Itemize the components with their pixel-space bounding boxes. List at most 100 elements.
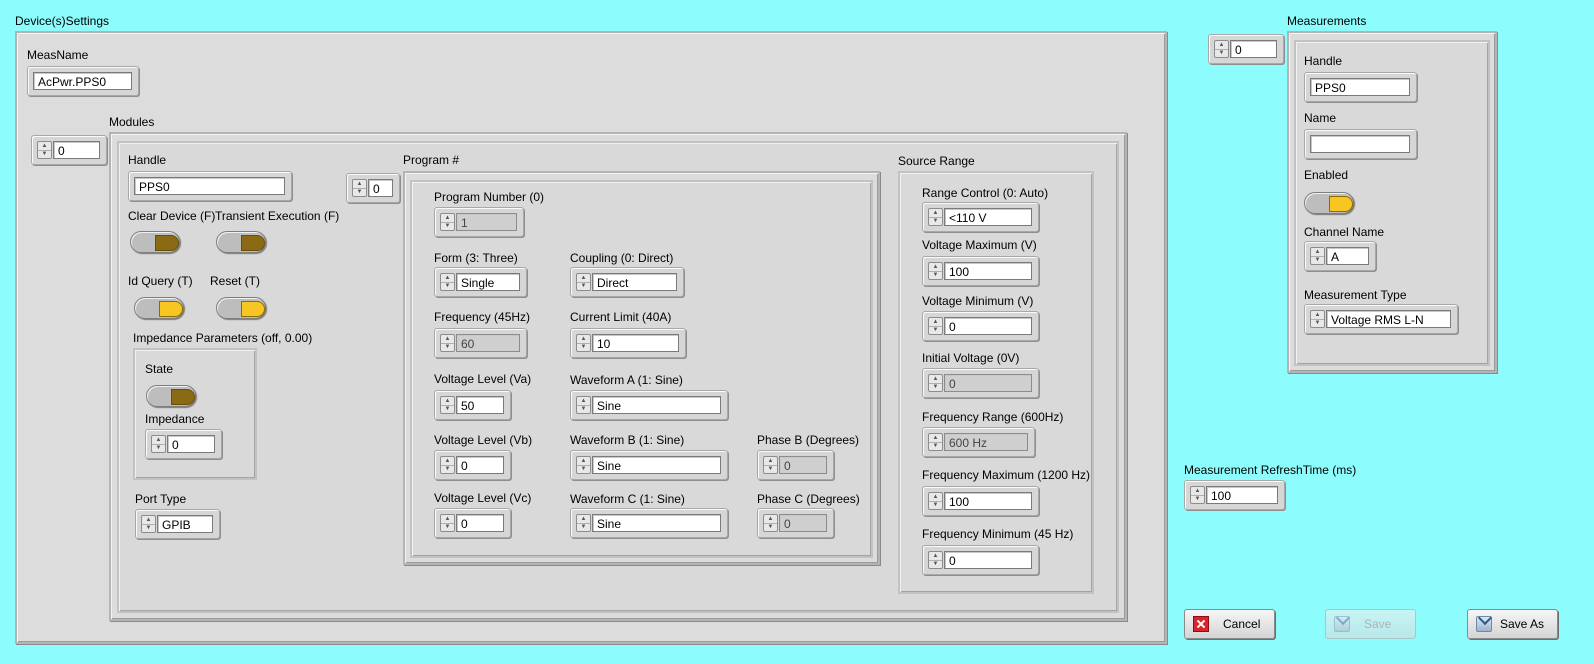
waveform-c-label: Waveform C (1: Sine) — [570, 492, 685, 506]
measurement-type-field[interactable]: Voltage RMS L-N — [1326, 310, 1451, 328]
spinner-up-down-icon[interactable]: ▲ ▼ — [151, 435, 166, 453]
voltage-min-field[interactable]: 0 — [944, 317, 1032, 335]
meas-name-field[interactable]: AcPwr.PPS0 — [33, 72, 132, 90]
spinner-up-down-icon[interactable]: ▲ ▼ — [928, 317, 943, 335]
handle-label: Handle — [128, 153, 167, 167]
clear-device-toggle[interactable] — [130, 231, 180, 253]
program-number-field[interactable]: 1 — [456, 213, 517, 231]
channel-name-field[interactable]: A — [1326, 247, 1369, 265]
phase-b-field[interactable]: 0 — [779, 456, 827, 474]
reset-label: Reset (T) — [210, 274, 261, 288]
spinner-up-down-icon[interactable]: ▲ ▼ — [1190, 486, 1205, 504]
channel-name-control: ▲ ▼ A — [1304, 241, 1376, 271]
voltage-va-label: Voltage Level (Va) — [434, 372, 532, 386]
form-field[interactable]: Single — [456, 273, 520, 291]
spinner-up-down-icon[interactable]: ▲ ▼ — [576, 273, 591, 291]
voltage-vb-field[interactable]: 0 — [456, 456, 504, 474]
meas-name-field-2[interactable] — [1310, 135, 1410, 153]
current-limit-control: ▲ ▼ 10 — [570, 328, 686, 358]
save-icon — [1334, 616, 1350, 632]
reset-toggle[interactable] — [216, 297, 266, 319]
waveform-c-field[interactable]: Sine — [592, 514, 721, 532]
handle-field[interactable]: PPS0 — [134, 177, 285, 195]
save-button[interactable]: Save — [1325, 609, 1416, 639]
phase-c-field[interactable]: 0 — [779, 514, 827, 532]
spinner-up-down-icon[interactable]: ▲ ▼ — [1310, 247, 1325, 265]
spinner-up-down-icon[interactable]: ▲ ▼ — [928, 262, 943, 280]
impedance-field[interactable]: 0 — [167, 435, 215, 453]
meas-handle-control: PPS0 — [1304, 72, 1417, 102]
voltage-max-field[interactable]: 100 — [944, 262, 1032, 280]
transient-execution-toggle[interactable] — [216, 231, 266, 253]
waveform-b-field[interactable]: Sine — [592, 456, 721, 474]
range-control-field[interactable]: <110 V — [944, 208, 1032, 226]
spinner-up-down-icon[interactable]: ▲ ▼ — [440, 456, 455, 474]
spinner-up-down-icon[interactable]: ▲ ▼ — [928, 208, 943, 226]
state-label: State — [145, 362, 174, 376]
spinner-up-down-icon[interactable]: ▲ ▼ — [440, 396, 455, 414]
save-as-button-label: Save As — [1500, 617, 1545, 631]
meas-handle-field[interactable]: PPS0 — [1310, 78, 1410, 96]
coupling-field[interactable]: Direct — [592, 273, 677, 291]
spinner-up-down-icon[interactable]: ▲ ▼ — [576, 514, 591, 532]
meas-name-label: MeasName — [27, 48, 89, 62]
spinner-up-down-icon[interactable]: ▲ ▼ — [37, 141, 52, 159]
spinner-up-down-icon[interactable]: ▲ ▼ — [440, 213, 455, 231]
cancel-button[interactable]: Cancel — [1184, 609, 1275, 639]
spinner-up-down-icon[interactable]: ▲ ▼ — [440, 273, 455, 291]
frequency-label: Frequency (45Hz) — [434, 310, 531, 324]
save-as-button[interactable]: Save As — [1467, 609, 1558, 639]
spinner-up-down-icon[interactable]: ▲ ▼ — [928, 492, 943, 510]
spinner-up-down-icon[interactable]: ▲ ▼ — [763, 514, 778, 532]
current-limit-field[interactable]: 10 — [592, 334, 679, 352]
clear-device-label: Clear Device (F) — [128, 209, 216, 223]
state-toggle[interactable] — [146, 385, 196, 407]
form-label: Form (3: Three) — [434, 251, 518, 265]
range-control-control: ▲ ▼ <110 V — [922, 202, 1039, 232]
frequency-min-field[interactable]: 0 — [944, 551, 1032, 569]
measurements-index-field[interactable]: 0 — [1230, 40, 1277, 58]
frequency-max-field[interactable]: 100 — [944, 492, 1032, 510]
frequency-min-label: Frequency Minimum (45 Hz) — [922, 527, 1074, 541]
modules-index-control: ▲ ▼ 0 — [31, 135, 107, 165]
spinner-up-down-icon[interactable]: ▲ ▼ — [1214, 40, 1229, 58]
spinner-up-down-icon[interactable]: ▲ ▼ — [1310, 310, 1325, 328]
spinner-up-down-icon[interactable]: ▲ ▼ — [440, 514, 455, 532]
spinner-up-down-icon[interactable]: ▲ ▼ — [928, 374, 943, 392]
device-settings-title: Device(s)Settings — [15, 14, 110, 28]
form-control: ▲ ▼ Single — [434, 267, 527, 297]
spinner-up-down-icon[interactable]: ▲ ▼ — [440, 334, 455, 352]
voltage-va-field[interactable]: 50 — [456, 396, 504, 414]
spinner-up-down-icon[interactable]: ▲ ▼ — [576, 396, 591, 414]
id-query-toggle[interactable] — [134, 297, 184, 319]
refresh-time-field[interactable]: 100 — [1206, 486, 1278, 504]
enabled-toggle[interactable] — [1304, 192, 1354, 214]
frequency-range-label: Frequency Range (600Hz) — [922, 410, 1064, 424]
impedance-control: ▲ ▼ 0 — [145, 429, 222, 459]
port-type-field[interactable]: GPIB — [157, 515, 213, 533]
modules-index-field[interactable]: 0 — [53, 141, 100, 159]
waveform-b-control: ▲ ▼ Sine — [570, 450, 728, 480]
spinner-up-down-icon[interactable]: ▲ ▼ — [141, 515, 156, 533]
waveform-a-label: Waveform A (1: Sine) — [570, 373, 683, 387]
spinner-up-down-icon[interactable]: ▲ ▼ — [576, 334, 591, 352]
program-index-field[interactable]: 0 — [368, 179, 393, 197]
spinner-up-down-icon[interactable]: ▲ ▼ — [928, 433, 943, 451]
frequency-range-field[interactable]: 600 Hz — [944, 433, 1028, 451]
cancel-button-label: Cancel — [1223, 617, 1261, 631]
voltage-vc-label: Voltage Level (Vc) — [434, 491, 532, 505]
waveform-a-field[interactable]: Sine — [592, 396, 721, 414]
initial-voltage-field[interactable]: 0 — [944, 374, 1032, 392]
waveform-c-control: ▲ ▼ Sine — [570, 508, 728, 538]
enabled-label: Enabled — [1304, 168, 1349, 182]
frequency-field[interactable]: 60 — [456, 334, 520, 352]
spinner-up-down-icon[interactable]: ▲ ▼ — [352, 179, 367, 197]
handle-control: PPS0 — [128, 171, 292, 201]
frequency-min-control: ▲ ▼ 0 — [922, 545, 1039, 575]
spinner-up-down-icon[interactable]: ▲ ▼ — [576, 456, 591, 474]
voltage-vc-field[interactable]: 0 — [456, 514, 504, 532]
current-limit-label: Current Limit (40A) — [570, 310, 672, 324]
impedance-params-label: Impedance Parameters (off, 0.00) — [133, 331, 313, 345]
spinner-up-down-icon[interactable]: ▲ ▼ — [928, 551, 943, 569]
spinner-up-down-icon[interactable]: ▲ ▼ — [763, 456, 778, 474]
